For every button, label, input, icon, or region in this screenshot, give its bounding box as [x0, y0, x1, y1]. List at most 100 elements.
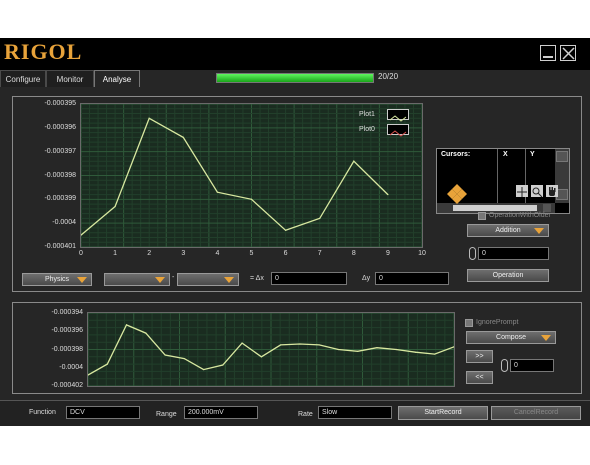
x-tick-label: 5 [249, 250, 254, 257]
compose-select[interactable]: Compose [466, 331, 556, 344]
chevron-down-icon [77, 277, 87, 283]
cursor-move-icon[interactable] [446, 183, 468, 205]
data-point [357, 350, 359, 352]
data-point [250, 198, 253, 200]
rate-field: Slow [318, 406, 392, 419]
legend-plot1-label: Plot1 [359, 111, 375, 118]
x-tick-label: 2 [147, 250, 152, 257]
data-point [241, 342, 243, 344]
dy-label: Δy [362, 275, 371, 282]
data-point [114, 205, 116, 208]
data-point [222, 364, 224, 366]
x-tick-label: 9 [385, 250, 390, 257]
start-record-button[interactable]: StartRecord [398, 406, 488, 420]
operation-button[interactable]: Operation [467, 269, 549, 282]
function-field: DCV [66, 406, 140, 419]
range-label: Range [156, 411, 177, 418]
chevron-down-icon [541, 335, 551, 341]
data-point [125, 324, 128, 326]
prev-button[interactable]: << [466, 371, 493, 384]
tab-configure[interactable]: Configure [0, 70, 46, 87]
x-tick-label: 8 [351, 250, 356, 257]
tab-monitor[interactable]: Monitor [46, 70, 94, 87]
data-point [280, 344, 282, 346]
y-tick-label: -0.000395 [44, 100, 76, 107]
hscroll-thumb[interactable] [453, 205, 537, 211]
data-point [376, 347, 378, 349]
data-point [319, 217, 321, 219]
data-point [202, 368, 205, 371]
cursor-crosshair-icon[interactable] [516, 185, 528, 197]
y-tick-label: -0.000402 [51, 382, 83, 389]
dy-field[interactable]: 0 [375, 272, 449, 285]
operation-with-older-checkbox[interactable] [478, 212, 486, 220]
cursors-y-header: Y [530, 151, 535, 158]
cursor-target-select[interactable] [177, 273, 239, 286]
rate-label: Rate [298, 411, 313, 418]
data-point [260, 356, 262, 358]
chevron-down-icon [534, 228, 544, 234]
data-point [216, 191, 218, 193]
zoom-icon[interactable] [531, 185, 543, 198]
scroll-up-icon[interactable] [556, 151, 568, 162]
physics-select[interactable]: Physics [22, 273, 92, 286]
cursor-source-select[interactable] [104, 273, 170, 286]
close-icon[interactable] [560, 45, 576, 61]
cursors-x-header: X [503, 151, 508, 158]
y-tick-label: -0.000396 [44, 123, 76, 131]
data-point [318, 344, 320, 346]
ignore-prompt-label: IgnorePrompt [476, 319, 519, 326]
progress-text: 20/20 [378, 72, 399, 81]
operand-field[interactable]: 0 [478, 247, 549, 260]
history-graph-plot [87, 312, 455, 387]
operand-spinner[interactable] [469, 247, 476, 260]
x-tick-label: 0 [79, 250, 83, 257]
progress-fill [217, 74, 373, 82]
data-point [285, 229, 287, 231]
y-tick-label: -0.000396 [51, 327, 83, 335]
x-tick-label: 4 [215, 250, 220, 257]
cancel-record-button[interactable]: CancelRecord [491, 406, 581, 420]
main-graph[interactable] [80, 103, 423, 248]
y-tick-label: -0.000394 [51, 309, 83, 316]
dx-label: = Δx [250, 275, 264, 282]
tab-analyse[interactable]: Analyse [94, 70, 140, 87]
data-point [299, 343, 301, 345]
data-point [414, 351, 417, 353]
minus-label: - [172, 274, 175, 281]
data-point [106, 363, 108, 365]
x-tick-label: 10 [418, 250, 426, 257]
legend-plot1-swatch [387, 109, 409, 122]
ignore-prompt-checkbox[interactable] [465, 319, 473, 327]
compose-field[interactable]: 0 [510, 359, 554, 372]
operation-select[interactable]: Addition [467, 224, 549, 237]
data-point [148, 117, 150, 119]
function-label: Function [29, 409, 56, 416]
compose-spinner[interactable] [501, 359, 508, 372]
minimize-icon[interactable] [540, 45, 556, 61]
legend-plot0-swatch [387, 124, 409, 137]
rigol-logo: RIGOL [4, 39, 83, 64]
legend-plot0-label: Plot0 [359, 126, 375, 133]
dx-field[interactable]: 0 [271, 272, 347, 285]
data-point [434, 353, 436, 355]
title-bar: RIGOL [0, 38, 590, 70]
graph-tools [516, 185, 562, 198]
x-tick-label: 6 [283, 250, 288, 257]
data-point [387, 193, 389, 196]
history-graph[interactable] [87, 312, 455, 387]
pan-hand-icon[interactable] [546, 185, 558, 197]
next-button[interactable]: >> [466, 350, 493, 363]
chevron-down-icon [155, 277, 165, 283]
data-point [164, 354, 166, 356]
operation-with-older-label: OperationWithOlder [489, 212, 551, 219]
cursors-header: Cursors: [441, 151, 471, 158]
y-tick-label: -0.000401 [44, 243, 76, 250]
app-window: RIGOL Configure Monitor Analyse 20/20 Pl… [0, 38, 590, 426]
x-tick-label: 7 [317, 250, 322, 257]
chevron-down-icon [224, 277, 234, 283]
compose-select-label: Compose [496, 334, 526, 341]
data-point [353, 160, 355, 162]
physics-select-label: Physics [44, 276, 70, 283]
scroll-right-icon[interactable] [543, 204, 551, 212]
